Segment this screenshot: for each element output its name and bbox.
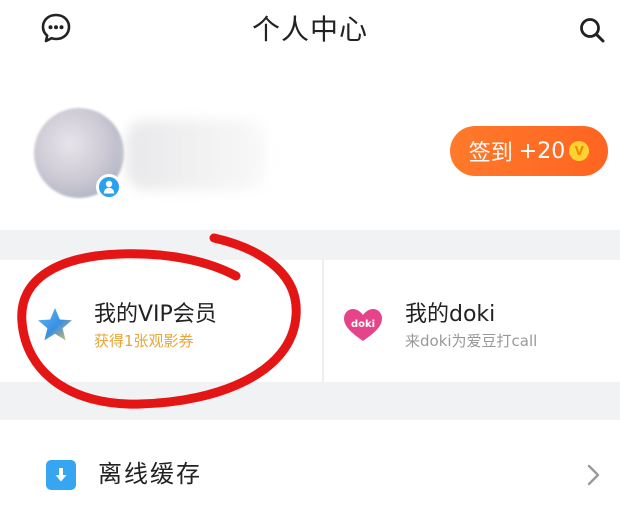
- checkin-button[interactable]: 签到 +20 V: [450, 126, 608, 176]
- chevron-right-icon: [587, 464, 600, 486]
- list-item-offline-cache[interactable]: 离线缓存: [0, 420, 620, 516]
- feature-cards: 我的VIP会员 获得1张观影券 doki 我的doki 来doki为爱豆打cal…: [0, 260, 620, 382]
- list-item-label: 离线缓存: [98, 460, 202, 488]
- vip-star-icon: [38, 308, 72, 341]
- profile-section: 签到 +20 V: [0, 90, 620, 230]
- doki-icon-label: doki: [351, 319, 375, 330]
- doki-card-subtitle: 来doki为爱豆打call: [405, 332, 538, 350]
- checkin-reward: +20: [518, 138, 566, 164]
- vip-card[interactable]: 我的VIP会员 获得1张观影券: [0, 260, 322, 382]
- header: 个人中心: [0, 0, 620, 70]
- person-badge-icon: [96, 174, 122, 200]
- coin-icon: V: [569, 141, 590, 161]
- doki-card-title: 我的doki: [405, 302, 496, 327]
- username-blurred: [126, 120, 266, 190]
- section-divider: [0, 382, 620, 420]
- doki-heart-icon: doki: [344, 309, 382, 341]
- download-icon: [46, 460, 76, 490]
- doki-card[interactable]: doki 我的doki 来doki为爱豆打call: [325, 260, 620, 382]
- search-icon[interactable]: [578, 16, 606, 44]
- vip-card-subtitle: 获得1张观影券: [94, 332, 194, 350]
- section-divider: [0, 230, 620, 260]
- avatar[interactable]: [34, 108, 126, 200]
- vip-card-title: 我的VIP会员: [94, 302, 217, 327]
- checkin-label: 签到: [468, 141, 513, 166]
- card-divider: [322, 260, 324, 382]
- page-title: 个人中心: [251, 13, 368, 46]
